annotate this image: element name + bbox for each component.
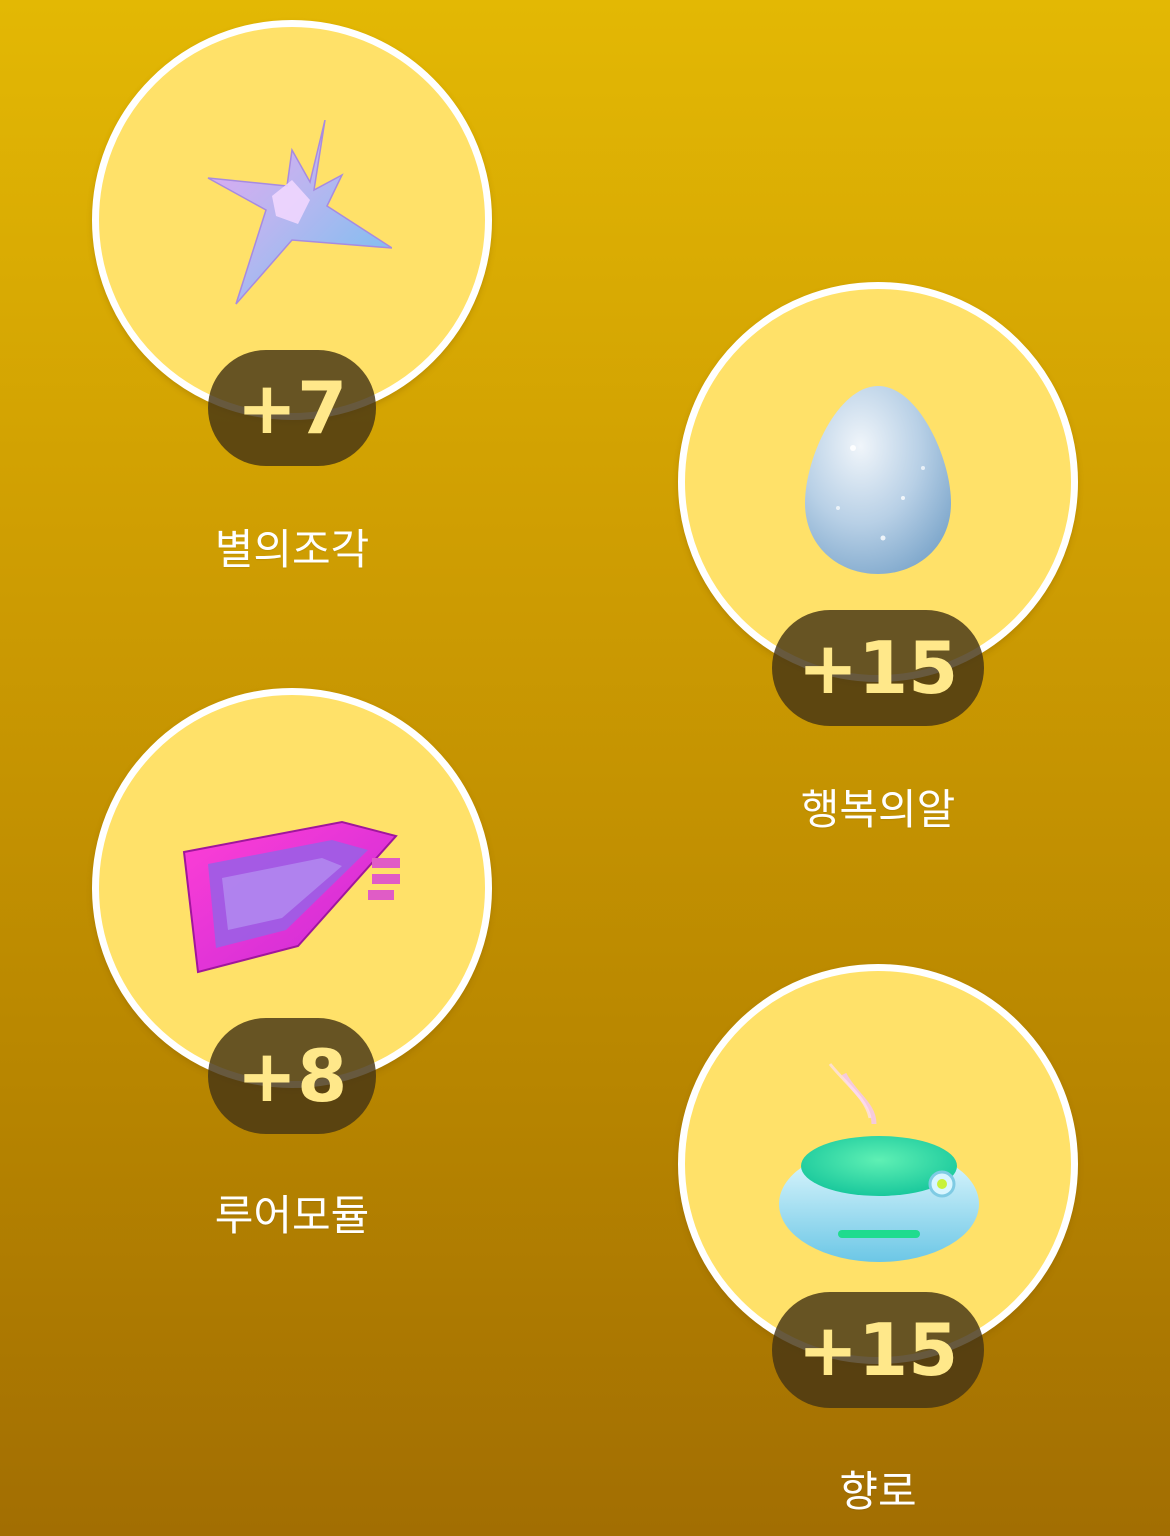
reward-name: 행복의알	[800, 785, 956, 834]
reward-name: 루어모듈	[214, 1191, 370, 1240]
reward-name: 향로	[839, 1467, 917, 1516]
reward-item-lucky-egg: +15 행복의알	[678, 282, 1078, 842]
reward-item-incense: +15 향로	[678, 964, 1078, 1524]
reward-item-star-piece: +7 별의조각	[92, 20, 492, 580]
reward-name: 별의조각	[214, 525, 370, 574]
reward-count-badge: +8	[208, 1018, 376, 1134]
reward-count-badge: +7	[208, 350, 376, 466]
reward-item-lure-module: +8 루어모듈	[92, 688, 492, 1248]
reward-count-badge: +15	[772, 610, 984, 726]
reward-count-badge: +15	[772, 1292, 984, 1408]
